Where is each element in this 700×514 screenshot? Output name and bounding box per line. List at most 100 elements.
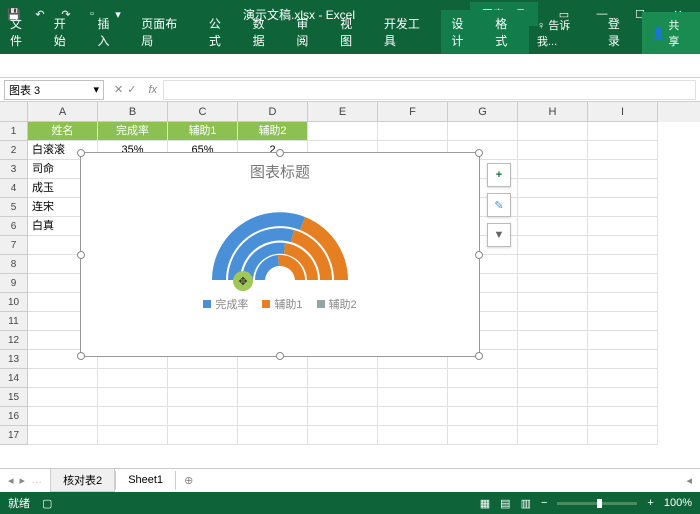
cell[interactable] bbox=[98, 388, 168, 407]
cell[interactable] bbox=[588, 198, 658, 217]
cell[interactable] bbox=[448, 407, 518, 426]
cell[interactable] bbox=[588, 388, 658, 407]
row-header[interactable]: 6 bbox=[0, 217, 28, 236]
resize-handle[interactable] bbox=[77, 352, 85, 360]
cell[interactable] bbox=[378, 426, 448, 445]
resize-handle[interactable] bbox=[77, 251, 85, 259]
cell[interactable] bbox=[518, 350, 588, 369]
view-layout-icon[interactable]: ▤ bbox=[500, 497, 510, 510]
chart-filter-button[interactable]: ▼ bbox=[487, 223, 511, 247]
cell[interactable] bbox=[308, 122, 378, 141]
resize-handle[interactable] bbox=[276, 149, 284, 157]
cell[interactable] bbox=[238, 407, 308, 426]
row-header[interactable]: 11 bbox=[0, 312, 28, 331]
cell[interactable] bbox=[518, 426, 588, 445]
resize-handle[interactable] bbox=[77, 149, 85, 157]
fx-icon[interactable]: fx bbox=[142, 84, 163, 96]
tab-format[interactable]: 格式 bbox=[485, 10, 529, 54]
row-header[interactable]: 17 bbox=[0, 426, 28, 445]
cell[interactable] bbox=[518, 312, 588, 331]
resize-handle[interactable] bbox=[475, 251, 483, 259]
chart-object[interactable]: 图表标题 完成率 辅助1 辅助2 ✥ + ✎ ▼ bbox=[80, 152, 480, 357]
cell[interactable] bbox=[588, 312, 658, 331]
tab-file[interactable]: 文件 bbox=[0, 10, 44, 54]
tab-review[interactable]: 审阅 bbox=[286, 10, 330, 54]
cell[interactable] bbox=[98, 407, 168, 426]
tell-me[interactable]: ♀ 告诉我... bbox=[529, 12, 598, 54]
sheet-nav-prev-icon[interactable]: ◂ bbox=[8, 474, 14, 487]
tab-insert[interactable]: 插入 bbox=[88, 10, 132, 54]
col-header[interactable]: G bbox=[448, 102, 518, 122]
tab-design[interactable]: 设计 bbox=[441, 10, 485, 54]
cell[interactable] bbox=[588, 274, 658, 293]
cell[interactable] bbox=[448, 369, 518, 388]
cell[interactable] bbox=[518, 369, 588, 388]
col-header[interactable]: H bbox=[518, 102, 588, 122]
cell[interactable] bbox=[238, 388, 308, 407]
cell[interactable] bbox=[168, 369, 238, 388]
cell[interactable] bbox=[448, 426, 518, 445]
select-all-corner[interactable] bbox=[0, 102, 28, 122]
row-header[interactable]: 12 bbox=[0, 331, 28, 350]
col-header[interactable]: F bbox=[378, 102, 448, 122]
col-header[interactable]: B bbox=[98, 102, 168, 122]
row-header[interactable]: 1 bbox=[0, 122, 28, 141]
col-header[interactable]: D bbox=[238, 102, 308, 122]
cell[interactable] bbox=[588, 350, 658, 369]
col-header[interactable]: E bbox=[308, 102, 378, 122]
row-header[interactable]: 5 bbox=[0, 198, 28, 217]
cell[interactable] bbox=[518, 236, 588, 255]
cell[interactable] bbox=[518, 179, 588, 198]
col-header[interactable]: I bbox=[588, 102, 658, 122]
row-header[interactable]: 14 bbox=[0, 369, 28, 388]
cell[interactable]: 完成率 bbox=[98, 122, 168, 141]
cell[interactable] bbox=[168, 426, 238, 445]
cell[interactable] bbox=[28, 388, 98, 407]
row-header[interactable]: 9 bbox=[0, 274, 28, 293]
tab-layout[interactable]: 页面布局 bbox=[131, 10, 199, 54]
row-header[interactable]: 13 bbox=[0, 350, 28, 369]
row-header[interactable]: 10 bbox=[0, 293, 28, 312]
cell[interactable] bbox=[518, 407, 588, 426]
cell[interactable] bbox=[28, 369, 98, 388]
cancel-fx-icon[interactable]: ✕ bbox=[114, 83, 123, 96]
cell[interactable] bbox=[168, 388, 238, 407]
cell[interactable] bbox=[518, 160, 588, 179]
cell[interactable] bbox=[518, 293, 588, 312]
cell[interactable] bbox=[448, 388, 518, 407]
tab-dev[interactable]: 开发工具 bbox=[374, 10, 442, 54]
tab-formula[interactable]: 公式 bbox=[199, 10, 243, 54]
cell[interactable] bbox=[308, 426, 378, 445]
cell[interactable] bbox=[518, 255, 588, 274]
resize-handle[interactable] bbox=[475, 149, 483, 157]
tab-view[interactable]: 视图 bbox=[330, 10, 374, 54]
sheet-nav-next-icon[interactable]: ▸ bbox=[20, 474, 26, 487]
row-header[interactable]: 7 bbox=[0, 236, 28, 255]
cell[interactable] bbox=[518, 217, 588, 236]
row-header[interactable]: 4 bbox=[0, 179, 28, 198]
cell[interactable] bbox=[588, 217, 658, 236]
cell[interactable] bbox=[448, 122, 518, 141]
col-header[interactable]: A bbox=[28, 102, 98, 122]
row-header[interactable]: 2 bbox=[0, 141, 28, 160]
cell[interactable] bbox=[28, 407, 98, 426]
tab-home[interactable]: 开始 bbox=[44, 10, 88, 54]
zoom-slider[interactable] bbox=[557, 502, 637, 505]
cell[interactable] bbox=[518, 331, 588, 350]
zoom-out-icon[interactable]: − bbox=[541, 497, 547, 509]
chart-plot[interactable] bbox=[200, 190, 360, 290]
chart-styles-button[interactable]: ✎ bbox=[487, 193, 511, 217]
row-header[interactable]: 16 bbox=[0, 407, 28, 426]
cell[interactable] bbox=[588, 407, 658, 426]
cell[interactable] bbox=[588, 236, 658, 255]
share-button[interactable]: 👤 共享 bbox=[642, 12, 700, 54]
cell[interactable] bbox=[168, 407, 238, 426]
view-normal-icon[interactable]: ▦ bbox=[480, 497, 490, 510]
cell[interactable] bbox=[378, 369, 448, 388]
cell[interactable] bbox=[588, 369, 658, 388]
cell[interactable] bbox=[518, 198, 588, 217]
tab-data[interactable]: 数据 bbox=[243, 10, 287, 54]
sheet-tab-active[interactable]: Sheet1 bbox=[115, 471, 176, 490]
chevron-down-icon[interactable]: ▾ bbox=[93, 83, 99, 96]
cell[interactable] bbox=[588, 179, 658, 198]
